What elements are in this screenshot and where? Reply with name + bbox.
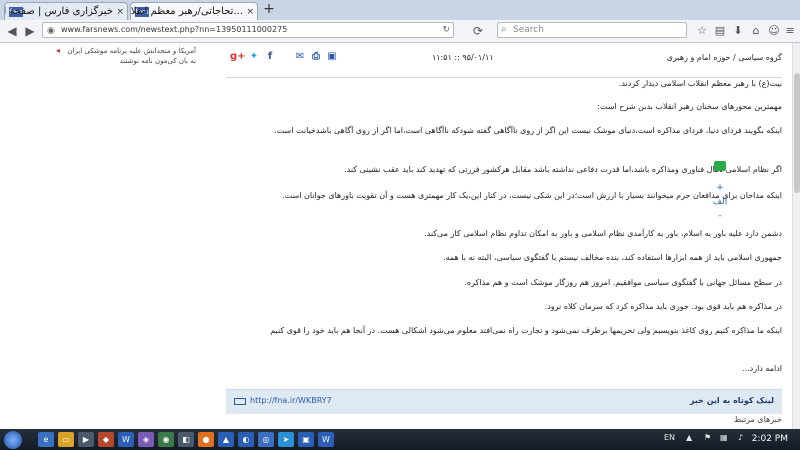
decrease-font-button[interactable]: - [710,211,730,221]
taskbar: e ▭ ▶ ◆ W ◈ ◉ ◧ ● ▲ ◐ ◎ ➤ ▣ W EN ▲ ⚑ ▦ ♪… [0,429,800,450]
related-news-teaser[interactable]: ◂ آمریکا و متحدانش علیه برنامه موشکی ایر… [56,46,196,66]
increase-font-button[interactable]: + [710,183,730,193]
chat-icon[interactable]: ☺ [766,23,782,39]
navigation-toolbar: ◀ ▶ ◉ www.farsnews.com/newstext.php?nn=1… [0,20,800,43]
flag-icon[interactable]: ⚑ [704,433,711,442]
font-label: الف [712,197,728,207]
article-paragraph: اینکه مداحان برای مدافعان حرم میخوانند ب… [282,191,782,200]
article-paragraph: اگر نظام اسلامی دنبال فناوری ومذاکره باش… [344,165,782,174]
facebook-icon[interactable]: f [264,51,276,63]
app-icon[interactable]: ◈ [138,432,154,447]
article-paragraph: مهمترین محورهای سخنان رهبر انقلاب بدین ش… [597,102,782,111]
article-paragraph: اینکه ما مذاکره کنیم روی کاغذ بنویسیم ول… [270,326,782,335]
telegram-icon[interactable]: ➤ [278,432,294,447]
arrow-left-icon: ◂ [56,46,61,55]
network-icon[interactable]: ▦ [720,433,728,442]
related-news-heading: خبرهای مرتبط [733,415,782,424]
tray-arrow-icon[interactable]: ▲ [686,433,692,442]
article: g+ ✦ f ✉ ⎙ ▣ ۹۵/۰۱/۱۱ :: ۱۱:۵۱ گروه سیاس… [226,43,792,429]
app-icon[interactable]: ▲ [218,432,234,447]
keyboard-icon [234,398,246,405]
article-paragraph: دشمن دارد علیه باور به اسلام، باور به کا… [424,229,782,238]
app-icon[interactable]: ◧ [178,432,194,447]
folder-icon[interactable]: ▭ [58,432,74,447]
left-margin [0,43,56,429]
article-datetime: ۹۵/۰۱/۱۱ :: ۱۱:۵۱ [432,53,494,62]
url-bar[interactable]: ◉ www.farsnews.com/newstext.php?nn=13950… [42,22,454,38]
reload-icon[interactable]: ↻ [442,23,450,37]
search-placeholder: Search [513,25,544,35]
breadcrumb[interactable]: گروه سیاسی / حوزه امام و رهبری [667,53,782,62]
article-paragraph: اینکه بگویند فردای دنیا، فردای مذاکره اس… [274,126,782,135]
word-icon[interactable]: W [118,432,134,447]
short-link-label: لینک کوتاه به این خبر [689,396,774,405]
email-icon[interactable]: ✉ [294,51,306,63]
tab-title: ...تحاجاتی/رهبر معظم انقلاب ع [130,6,243,17]
tab-title: خبرگزاری فارس | صفحه ا... [4,6,113,17]
search-input[interactable]: ⌕ Search [497,22,687,38]
forward-icon[interactable]: ▶ [22,23,38,39]
ie-icon[interactable]: e [38,432,54,447]
app-icon[interactable]: ◆ [98,432,114,447]
download-icon[interactable]: ⬇ [730,23,746,39]
twitter-icon[interactable]: ✦ [248,51,260,63]
page-scrollbar[interactable] [792,43,800,429]
app-icon[interactable]: ◉ [158,432,174,447]
print-icon[interactable]: ⎙ [310,51,322,63]
url-text: www.farsnews.com/newstext.php?nn=1395011… [61,25,288,34]
article-continued: ادامه دارد... [742,364,782,373]
home-icon[interactable]: ⌂ [748,23,764,39]
back-icon[interactable]: ◀ [4,23,20,39]
short-link-url[interactable]: http://fna.ir/WKBRY7 [250,396,332,405]
app-icon[interactable]: ▣ [298,432,314,447]
start-button-icon[interactable] [4,431,22,449]
save-icon[interactable]: ▣ [326,51,338,63]
media-icon[interactable]: ▶ [78,432,94,447]
star-icon[interactable]: ☆ [694,23,710,39]
volume-icon[interactable]: ♪ [738,433,743,442]
word-icon[interactable]: W [318,432,334,447]
reload-button-icon[interactable]: ⟳ [470,23,486,39]
clock[interactable]: 2:02 PM [752,434,788,444]
menu-icon[interactable]: ≡ [782,23,798,39]
firefox-icon[interactable]: ● [198,432,214,447]
tab-article[interactable]: fars ...تحاجاتی/رهبر معظم انقلاب ع × [130,2,258,20]
article-paragraph: در مذاکره هم باید قوی بود. جوری باید مذا… [544,302,782,311]
article-paragraph: بیت(ع) با رهبر معظم انقلاب اسلامی دیدار … [618,79,782,88]
search-icon: ⌕ [501,24,507,35]
globe-icon: ◉ [47,26,55,36]
app-icon[interactable]: ◐ [238,432,254,447]
app-icon[interactable]: ◎ [258,432,274,447]
article-meta: g+ ✦ f ✉ ⎙ ▣ ۹۵/۰۱/۱۱ :: ۱۱:۵۱ گروه سیاس… [226,51,782,78]
close-tab-icon[interactable]: × [246,3,254,20]
scrollbar-thumb[interactable] [794,73,800,193]
google-plus-icon[interactable]: g+ [230,51,246,63]
article-paragraph: در سطح مسائل جهانی با گفتگوی سیاسی موافق… [464,278,782,287]
comment-icon[interactable] [714,161,726,171]
bookmarks-icon[interactable]: ▤ [712,23,728,39]
short-link-box: http://fna.ir/WKBRY7 لینک کوتاه به این خ… [226,389,782,414]
teaser-text[interactable]: آمریکا و متحدانش علیه برنامه موشکی ایران… [67,47,196,65]
tab-farsnews-home[interactable]: fars خبرگزاری فارس | صفحه ا... × [4,2,128,20]
new-tab-button[interactable]: + [262,1,276,17]
close-tab-icon[interactable]: × [116,3,124,20]
tab-bar: fars خبرگزاری فارس | صفحه ا... × fars ..… [0,0,800,21]
article-paragraph: جمهوری اسلامی باید از همه ابزارها استفاد… [443,253,782,262]
language-indicator[interactable]: EN [664,433,675,442]
page-content: ◂ آمریکا و متحدانش علیه برنامه موشکی ایر… [0,43,800,429]
